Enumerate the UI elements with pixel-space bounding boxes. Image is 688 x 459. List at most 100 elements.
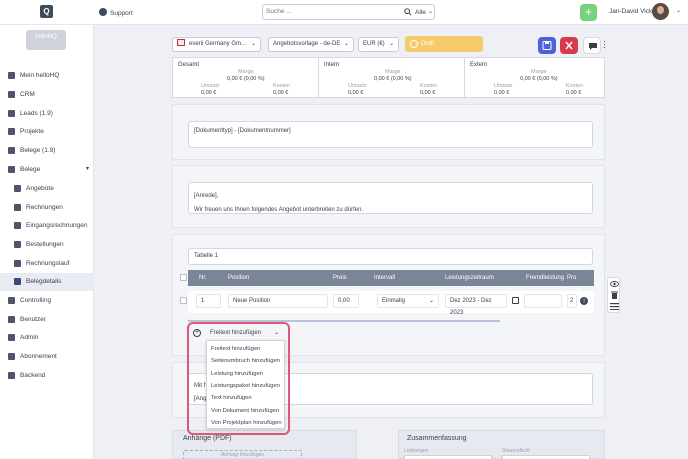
sidebar-item-leads[interactable]: Leads (1.9) [0, 105, 94, 123]
table-header: Nr. Position Preis Intervall Leistungsze… [180, 270, 594, 286]
search-icon[interactable] [404, 8, 412, 16]
row-checkbox[interactable] [180, 297, 187, 304]
sidebar-item-crm[interactable]: CRM [0, 86, 94, 104]
marge-value: 0,00 € (0,00 %) [227, 76, 265, 82]
search-scope-select[interactable]: Alle [415, 9, 426, 16]
close-icon [565, 41, 573, 50]
summary-title: Intern [324, 62, 340, 68]
sidebar-item-rechnungen[interactable]: Rechnungen [0, 199, 94, 217]
add-button[interactable]: + [580, 4, 597, 21]
row-position[interactable]: Neue Position [228, 294, 328, 308]
template-select[interactable]: Angebotsvorlage - de-DE ⌄ [268, 37, 354, 52]
leads-icon [8, 110, 15, 117]
add-attachment-button[interactable]: Anhang hinzufügen [183, 450, 302, 459]
company-select[interactable]: everii Germany Gm... ⌄ [172, 37, 261, 52]
leistungen-field[interactable] [404, 455, 492, 459]
currency-value: EUR (€) [363, 41, 385, 47]
steuerpflicht-field[interactable] [502, 455, 590, 459]
document-icon [8, 166, 15, 173]
sidebar-item-backend[interactable]: Backend [0, 367, 94, 385]
umsatz-label: Umsatz [348, 83, 367, 89]
app-logo[interactable]: Q [40, 5, 53, 18]
column-header: Leistungszeitraum [445, 275, 494, 281]
home-icon [8, 72, 15, 79]
support-link[interactable]: Support [99, 8, 133, 17]
menu-icon[interactable] [610, 303, 619, 310]
sidebar: helloHQ Mein helloHQ CRM Leads (1.9) Pro… [0, 25, 94, 459]
sidebar-item-mein-hellohq[interactable]: Mein helloHQ [0, 67, 94, 85]
row-pro[interactable]: 2 [567, 294, 577, 308]
kosten-value: 0,00 € [566, 90, 582, 96]
calendar-icon[interactable] [512, 297, 519, 304]
kosten-label: Kosten [273, 83, 291, 89]
sidebar-item-belege-19[interactable]: Belege (1.9) [0, 142, 94, 160]
sidebar-item-admin[interactable]: Admin [0, 329, 94, 347]
highlight-frame [187, 322, 290, 435]
row-interval-value: Einmalig [382, 298, 406, 304]
search-input[interactable] [266, 8, 396, 15]
eye-icon[interactable] [610, 281, 619, 287]
summary-title: Extern [470, 62, 488, 68]
sidebar-item-label: Rechnungslauf [26, 260, 70, 267]
column-header: Preis [333, 275, 347, 281]
table-name-field[interactable]: Tabelle 1 [188, 248, 593, 265]
sidebar-item-benutzer[interactable]: Benutzer [0, 311, 94, 329]
sidebar-item-bestellungen[interactable]: Bestellungen [0, 236, 94, 254]
sidebar-item-projekte[interactable]: Projekte [0, 123, 94, 141]
column-header: Fremdleistung [526, 275, 565, 281]
sidebar-item-abonnement[interactable]: Abonnement [0, 348, 94, 366]
trash-icon[interactable] [611, 291, 618, 299]
brand-logo: helloHQ [26, 30, 66, 50]
sidebar-item-eingangsrechnungen[interactable]: Eingangsrechnungen [0, 217, 94, 235]
kosten-label: Kosten [566, 83, 584, 89]
column-header: Nr. [199, 275, 207, 281]
kosten-label: Kosten [420, 83, 438, 89]
crm-icon [8, 91, 15, 98]
info-icon[interactable]: i [580, 297, 588, 305]
support-label: Support [110, 10, 133, 17]
avatar-face [657, 6, 664, 14]
sidebar-item-label: Mein helloHQ [20, 72, 60, 79]
more-options-icon[interactable]: · · · [603, 37, 607, 52]
status-badge[interactable]: Draft [405, 36, 483, 52]
sidebar-item-label: Belege [20, 166, 41, 173]
row-period[interactable]: Dez 2023 - Dez 2023 [445, 294, 507, 316]
kosten-value: 0,00 € [420, 90, 436, 96]
marge-label: Marge [385, 69, 401, 75]
row-nr[interactable]: 1 [196, 294, 221, 308]
row-price[interactable]: 0,00 [333, 294, 359, 308]
sidebar-item-angebote[interactable]: Angebote [0, 180, 94, 198]
backend-icon [8, 372, 15, 379]
summary-panel: Gesamt Marge 0,00 € (0,00 %) Umsatz 0,00… [172, 57, 605, 98]
column-header: Position [228, 275, 250, 281]
sidebar-item-controlling[interactable]: Controlling [0, 292, 94, 310]
sidebar-item-label: Eingangsrechnungen [26, 222, 88, 229]
comment-button[interactable] [583, 37, 601, 54]
sidebar-item-label: CRM [20, 91, 35, 98]
table-row: 1 Neue Position 0,00 Einmalig ⌄ Dez 2023 … [180, 291, 594, 316]
chevron-down-icon: ⌄ [250, 41, 256, 47]
folder-icon [8, 128, 15, 135]
chevron-down-icon[interactable]: ⌄ [676, 7, 681, 14]
currency-select[interactable]: EUR (€) ⌄ [358, 37, 399, 52]
field-label: Leistungen [404, 448, 429, 454]
avatar[interactable] [652, 3, 669, 20]
chevron-down-icon: ⌄ [428, 9, 434, 15]
row-external-service[interactable] [524, 294, 562, 308]
sidebar-item-rechnungslauf[interactable]: Rechnungslauf [0, 255, 94, 273]
document-title-field[interactable]: [Dokumenttyp] - [Dokumentnummer] [188, 121, 593, 148]
intro-text-field[interactable]: [Anrede], Wir freuen uns Ihnen folgendes… [188, 182, 593, 214]
user-name[interactable]: Jan-David Vick [609, 8, 652, 15]
row-interval-select[interactable]: Einmalig ⌄ [377, 294, 439, 308]
zusammenfassung-title: Zusammenfassung [407, 435, 467, 442]
umsatz-value: 0,00 € [348, 90, 364, 96]
sidebar-item-label: Belege (1.9) [20, 147, 56, 154]
umsatz-label: Umsatz [201, 83, 220, 89]
cancel-button[interactable] [560, 37, 578, 54]
column-header: Intervall [374, 275, 396, 281]
select-all-checkbox[interactable] [180, 274, 187, 281]
save-button[interactable] [538, 37, 556, 54]
sidebar-item-belegdetails[interactable]: Belegdetails [0, 273, 94, 291]
sidebar-item-belege[interactable]: Belege ▾ [0, 161, 94, 179]
top-bar: Q Support Alle ⌄ + Jan-David Vick ⌄ [0, 0, 688, 25]
